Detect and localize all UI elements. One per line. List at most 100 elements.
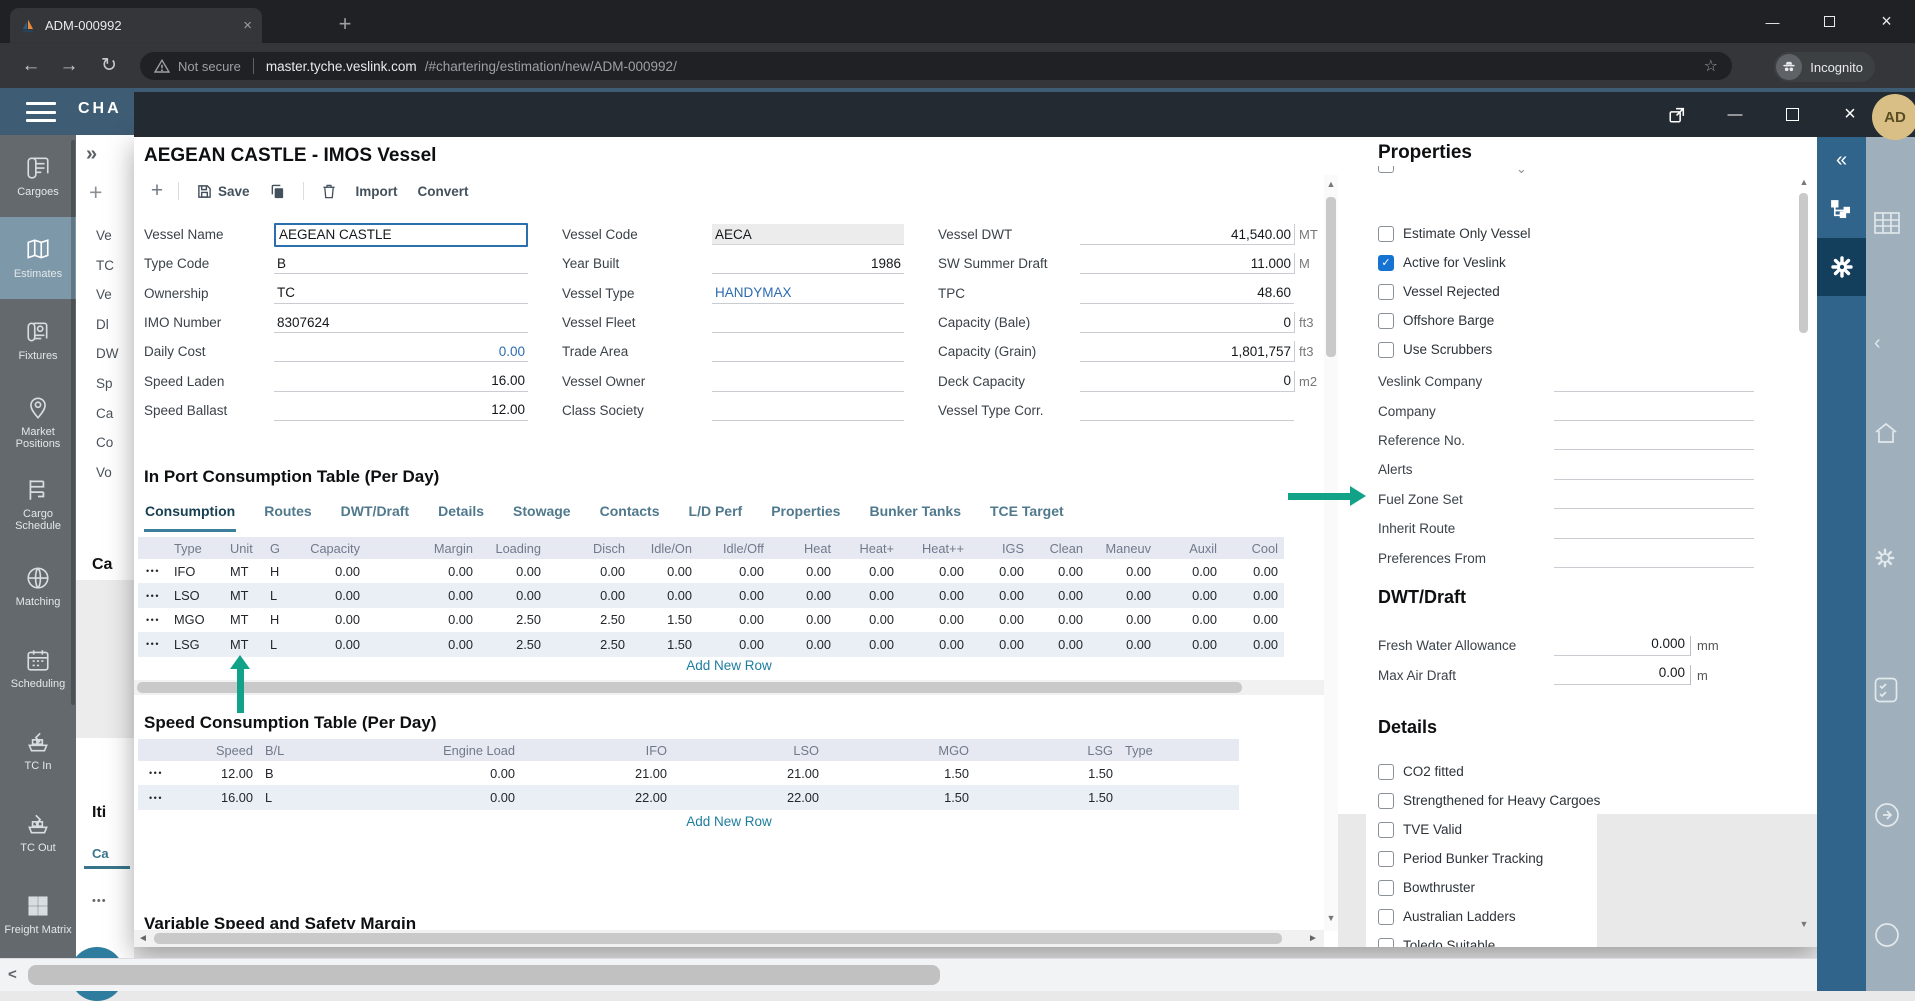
tab-contacts[interactable]: Contacts [599,499,661,532]
cell-auxil[interactable]: 0.00 [1157,632,1223,656]
properties-scroll-down-icon[interactable]: ▼ [1797,919,1811,929]
dialog-close-button[interactable]: × [1830,92,1870,137]
properties-scrollbar-thumb[interactable] [1799,193,1808,333]
cell-auxil[interactable]: 0.00 [1157,608,1223,632]
tab-close-icon[interactable]: × [243,17,252,34]
cell-b-l[interactable]: B [259,761,355,785]
properties-scroll-up-icon[interactable]: ▲ [1797,177,1811,187]
checkbox-estimate-only-vessel[interactable]: Estimate Only Vessel [1378,219,1778,248]
cell-idle-on[interactable]: 1.50 [631,608,698,632]
cell-heat[interactable]: 0.00 [770,583,837,607]
cell-maneuv[interactable]: 0.00 [1089,632,1157,656]
cell-type[interactable]: LSG [168,632,224,656]
tab-stowage[interactable]: Stowage [512,499,572,532]
cell-margin[interactable]: 0.00 [366,608,479,632]
field-sw-summer-draft[interactable]: 11.000 [1080,253,1294,274]
convert-button[interactable]: Convert [418,184,469,199]
browser-tab[interactable]: ADM-000992 × [10,8,262,43]
field-type-code[interactable]: B [274,253,528,274]
cell-disch[interactable]: 2.50 [547,608,631,632]
row-menu-button[interactable]: ••• [138,785,174,809]
cell-heat[interactable]: 0.00 [900,608,970,632]
vessel-properties-gear-button[interactable] [1817,238,1866,296]
checkbox-offshore-barge[interactable]: Offshore Barge [1378,306,1778,335]
cell-maneuv[interactable]: 0.00 [1089,608,1157,632]
cell-unit[interactable]: MT [224,632,264,656]
cell-speed[interactable]: 16.00 [174,785,259,809]
cell-auxil[interactable]: 0.00 [1157,583,1223,607]
checkbox-co2-fitted[interactable]: CO2 fitted [1378,757,1778,786]
field-vessel-dwt[interactable]: 41,540.00 [1080,224,1294,245]
sidebar-item-freight-matrix[interactable]: Freight Matrix [0,873,76,955]
cell-type[interactable] [1119,785,1239,809]
cell-ifo[interactable]: 22.00 [521,785,673,809]
cell-mgo[interactable]: 1.50 [825,761,975,785]
open-in-new-window-icon[interactable] [1657,92,1697,137]
sidebar-item-tc-out[interactable]: TC Out [0,791,76,873]
cell-idle-off[interactable]: 0.00 [698,559,770,583]
cell-type[interactable] [1119,761,1239,785]
tab-tce-target[interactable]: TCE Target [989,499,1065,532]
cell-type[interactable]: LSO [168,583,224,607]
field-fuel-zone-set[interactable] [1554,489,1754,509]
save-button[interactable]: Save [197,184,250,199]
cell-auxil[interactable]: 0.00 [1157,559,1223,583]
checkbox-strengthened-for-heavy-cargoes[interactable]: Strengthened for Heavy Cargoes [1378,786,1778,815]
expand-panel-icon[interactable]: » [86,143,97,166]
window-maximize-button[interactable] [1801,16,1858,27]
tab-details[interactable]: Details [437,499,485,532]
cell-heat[interactable]: 0.00 [837,608,900,632]
cell-margin[interactable]: 0.00 [366,583,479,607]
copy-button[interactable] [270,184,285,199]
cell-loading[interactable]: 0.00 [479,583,547,607]
tab-dwt-draft[interactable]: DWT/Draft [340,499,410,532]
field-year-built[interactable]: 1986 [712,253,904,274]
cell-cool[interactable]: 0.00 [1223,608,1284,632]
dialog-maximize-button[interactable] [1772,92,1812,137]
cell-heat[interactable]: 0.00 [900,559,970,583]
field-company[interactable] [1554,401,1754,421]
row-menu-button[interactable]: ••• [138,583,168,607]
cell-heat[interactable]: 0.00 [770,632,837,656]
field-speed-laden[interactable]: 16.00 [274,371,528,392]
cell-g[interactable]: L [264,632,292,656]
cell-heat[interactable]: 0.00 [837,632,900,656]
sidebar-item-fixtures[interactable]: Fixtures [0,299,76,381]
field-imo-number[interactable]: 8307624 [274,312,528,333]
cell-idle-off[interactable]: 0.00 [698,583,770,607]
field-speed-ballast[interactable]: 12.00 [274,400,528,421]
grid-table-icon[interactable] [1874,212,1900,234]
background-add-icon[interactable]: + [89,179,102,206]
url-bar[interactable]: Not secure master.tyche.veslink.com /#ch… [140,52,1732,80]
cell-margin[interactable]: 0.00 [366,632,479,656]
sidebar-item-market-positions[interactable]: Market Positions [0,381,76,463]
cell-lso[interactable]: 21.00 [673,761,825,785]
scroll-right-icon[interactable]: ► [1306,931,1320,946]
refresh-icon[interactable]: ↻ [92,43,126,88]
cell-type[interactable]: MGO [168,608,224,632]
cell-clean[interactable]: 0.00 [1030,583,1089,607]
page-scroll-left-icon[interactable]: < [8,966,17,983]
cell-clean[interactable]: 0.00 [1030,608,1089,632]
sidebar-item-cargoes[interactable]: Cargoes [0,135,76,217]
page-hscrollbar[interactable]: < [0,958,1817,991]
cell-speed[interactable]: 12.00 [174,761,259,785]
cell-engine-load[interactable]: 0.00 [355,785,521,809]
link-vessel-type[interactable]: HANDYMAX [712,283,904,304]
cell-cool[interactable]: 0.00 [1223,583,1284,607]
cell-g[interactable]: H [264,608,292,632]
settings-gear-icon[interactable] [1874,547,1896,569]
cell-g[interactable]: L [264,583,292,607]
checkbox-use-scrubbers[interactable]: Use Scrubbers [1378,335,1778,364]
field-reference-no[interactable] [1554,430,1754,450]
dialog-minimize-button[interactable]: — [1715,92,1755,137]
field-deck-capacity[interactable]: 0 [1080,371,1294,392]
row-menu-button[interactable]: ••• [138,761,174,785]
cell-margin[interactable]: 0.00 [366,559,479,583]
cell-capacity[interactable]: 0.00 [292,632,366,656]
sidebar-item-matching[interactable]: Matching [0,545,76,627]
forward-icon[interactable]: → [52,43,86,88]
field-vessel-type-corr[interactable] [1080,400,1294,421]
inport-table-hscrollbar[interactable] [134,680,1324,695]
form-vscrollbar[interactable]: ▲ ▼ [1324,175,1338,931]
